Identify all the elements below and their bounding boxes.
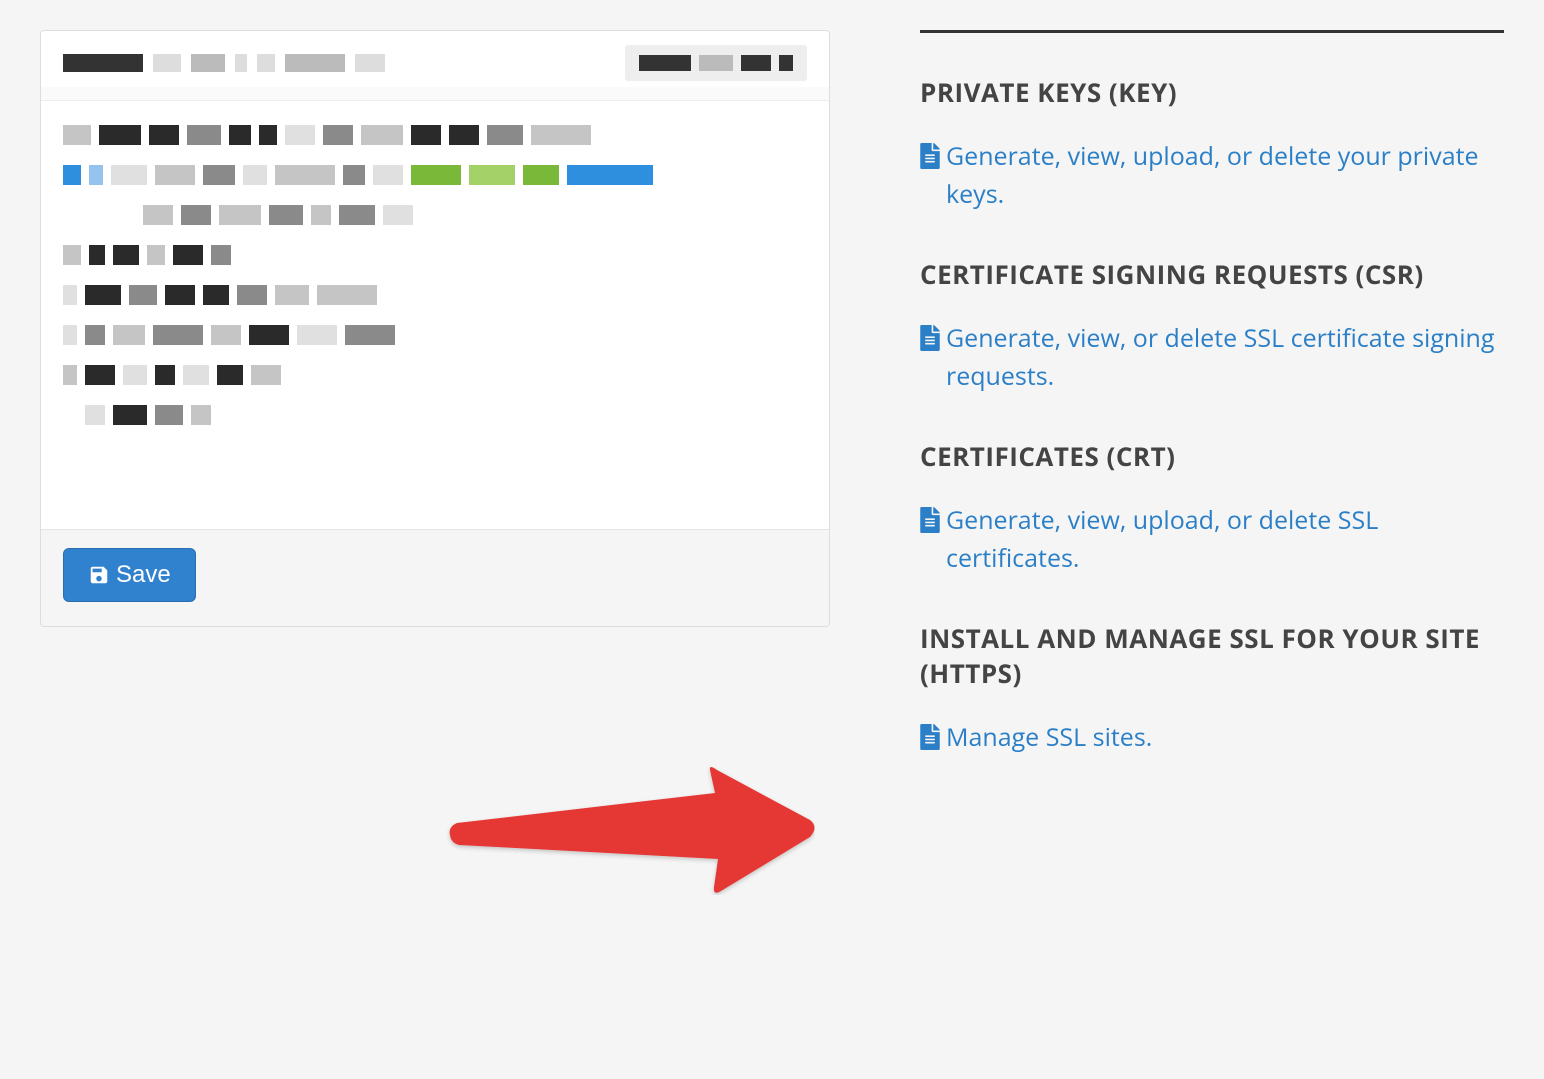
redacted-line [63, 245, 807, 265]
redacted-text [355, 54, 385, 72]
page-layout: Save PRIVATE KEYS (KEY) Generate, view, … [40, 30, 1504, 801]
redacted-line [63, 205, 807, 225]
redacted-text [63, 54, 143, 72]
redacted-text [779, 55, 793, 71]
redacted-text [639, 55, 691, 71]
sidebar-link-text: Manage SSL sites. [946, 719, 1504, 757]
save-icon [88, 564, 110, 586]
sidebar-link-text: Generate, view, upload, or delete SSL ce… [946, 502, 1504, 577]
sidebar-heading-install-ssl: INSTALL AND MANAGE SSL FOR YOUR SITE (HT… [920, 621, 1504, 691]
editor-toolbar [41, 31, 829, 87]
file-icon [920, 325, 940, 351]
redacted-line [63, 405, 807, 425]
save-button[interactable]: Save [63, 548, 196, 602]
redacted-line [63, 165, 807, 185]
redacted-line [63, 285, 807, 305]
save-button-label: Save [116, 561, 171, 589]
editor-tab[interactable] [625, 45, 807, 81]
sidebar-heading-csr: CERTIFICATE SIGNING REQUESTS (CSR) [920, 257, 1504, 292]
sidebar: PRIVATE KEYS (KEY) Generate, view, uploa… [900, 30, 1504, 801]
redacted-line [63, 125, 807, 145]
sidebar-link-private-keys[interactable]: Generate, view, upload, or delete your p… [920, 138, 1504, 213]
editor-footer: Save [41, 529, 829, 626]
sidebar-divider [920, 30, 1504, 33]
redacted-text [257, 54, 275, 72]
editor-body[interactable] [41, 101, 829, 529]
sidebar-link-text: Generate, view, upload, or delete your p… [946, 138, 1504, 213]
main-content: Save [40, 30, 830, 801]
sidebar-link-text: Generate, view, or delete SSL certificat… [946, 320, 1504, 395]
file-icon [920, 143, 940, 169]
redacted-line [63, 365, 807, 385]
redacted-text [699, 55, 733, 71]
sidebar-link-manage-ssl[interactable]: Manage SSL sites. [920, 719, 1504, 757]
sidebar-heading-private-keys: PRIVATE KEYS (KEY) [920, 75, 1504, 110]
redacted-line [63, 325, 807, 345]
editor-subbar [41, 87, 829, 101]
redacted-text [741, 55, 771, 71]
editor-panel: Save [40, 30, 830, 627]
sidebar-heading-crt: CERTIFICATES (CRT) [920, 439, 1504, 474]
file-icon [920, 507, 940, 533]
sidebar-link-crt[interactable]: Generate, view, upload, or delete SSL ce… [920, 502, 1504, 577]
redacted-text [235, 54, 247, 72]
redacted-text [153, 54, 181, 72]
file-icon [920, 724, 940, 750]
redacted-text [191, 54, 225, 72]
sidebar-link-csr[interactable]: Generate, view, or delete SSL certificat… [920, 320, 1504, 395]
redacted-text [285, 54, 345, 72]
